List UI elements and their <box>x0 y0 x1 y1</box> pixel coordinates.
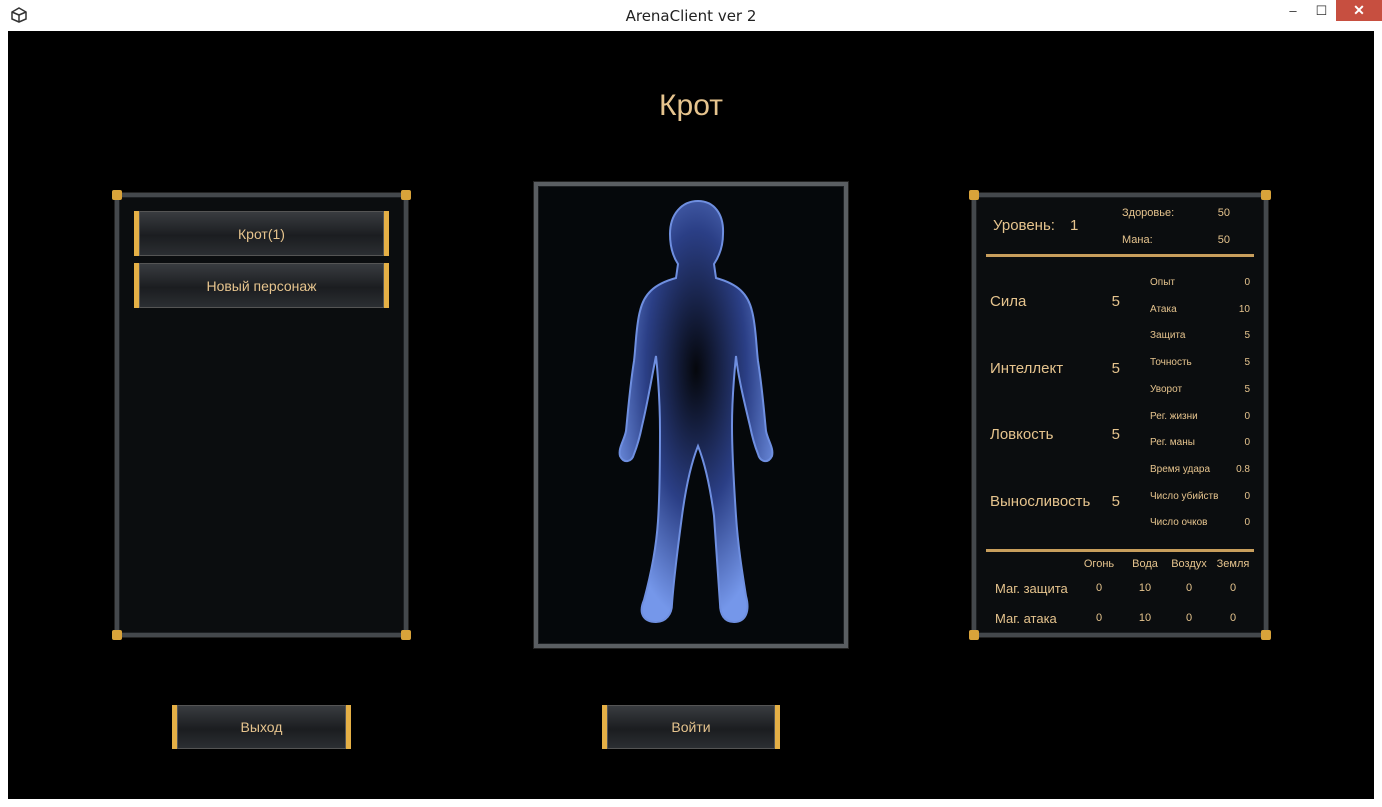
minimize-button[interactable]: – <box>1278 0 1308 21</box>
secondary-stat-value: 0 <box>1244 490 1250 502</box>
secondary-stat-value: 5 <box>1244 330 1250 342</box>
game-viewport: Крот Крот(1) Новый персонаж Уровень: 1 З… <box>8 31 1374 799</box>
magic-row-label: Маг. атака <box>995 611 1057 626</box>
level-label: Уровень: <box>993 217 1055 234</box>
secondary-stat-value: 0 <box>1244 437 1250 449</box>
character-list-panel <box>112 190 411 640</box>
magic-cell: 0 <box>1229 582 1237 594</box>
primary-stat-value: 5 <box>1111 426 1120 443</box>
health-label: Здоровье: <box>1122 207 1175 219</box>
window-title: ArenaClient ver 2 <box>625 7 757 25</box>
enter-button[interactable]: Войти <box>602 705 780 749</box>
primary-stat-label: Интеллект <box>990 360 1064 377</box>
secondary-stat-value: 0 <box>1244 517 1250 529</box>
primary-stat-value: 5 <box>1111 293 1120 310</box>
window-titlebar: ArenaClient ver 2 – ☐ ✕ <box>0 0 1382 31</box>
character-preview-panel <box>534 182 848 648</box>
maximize-button[interactable]: ☐ <box>1308 0 1335 21</box>
new-character-button[interactable]: Новый персонаж <box>134 263 389 308</box>
exit-button[interactable]: Выход <box>172 705 351 749</box>
mana-value: 50 <box>1217 234 1230 246</box>
level-value: 1 <box>1070 217 1079 234</box>
secondary-stat-label: Защита <box>1150 330 1186 342</box>
magic-cell: 0 <box>1185 612 1193 624</box>
magic-cell: 0 <box>1095 582 1103 594</box>
magic-cell: 10 <box>1138 582 1152 594</box>
magic-column-header: Огонь <box>1083 558 1115 570</box>
primary-stat-value: 5 <box>1111 360 1120 377</box>
magic-column-header: Вода <box>1132 558 1158 570</box>
magic-cell: 0 <box>1185 582 1193 594</box>
character-slot-button[interactable]: Крот(1) <box>134 211 389 256</box>
secondary-stat-label: Число очков <box>1150 517 1208 529</box>
secondary-stat-value: 0 <box>1244 410 1250 422</box>
corner-ornament <box>1261 190 1271 200</box>
secondary-stat-label: Уворот <box>1150 383 1183 395</box>
magic-cell: 0 <box>1095 612 1103 624</box>
magic-cell: 10 <box>1138 612 1152 624</box>
primary-stat-label: Ловкость <box>990 426 1054 443</box>
magic-column-header: Земля <box>1216 558 1250 570</box>
secondary-stat-label: Рег. маны <box>1150 437 1195 449</box>
secondary-stat-label: Время удара <box>1150 463 1211 475</box>
secondary-stat-value: 5 <box>1244 357 1250 369</box>
corner-ornament <box>112 190 122 200</box>
close-button[interactable]: ✕ <box>1336 0 1382 21</box>
character-silhouette-image <box>618 199 774 624</box>
secondary-stat-value: 10 <box>1238 303 1250 315</box>
corner-ornament <box>401 190 411 200</box>
magic-row-label: Маг. защита <box>995 581 1068 596</box>
corner-ornament <box>969 630 979 640</box>
secondary-stat-value: 0 <box>1244 277 1250 288</box>
secondary-stat-label: Опыт <box>1150 277 1175 288</box>
primary-stat-value: 5 <box>1111 493 1120 510</box>
corner-ornament <box>969 190 979 200</box>
primary-stat-label: Выносливость <box>990 493 1091 510</box>
secondary-stat-label: Точность <box>1150 357 1192 369</box>
divider <box>986 549 1254 552</box>
secondary-stat-value: 5 <box>1244 383 1250 395</box>
mana-label: Мана: <box>1122 234 1153 246</box>
character-name-title: Крот <box>659 89 723 122</box>
corner-ornament <box>112 630 122 640</box>
health-value: 50 <box>1217 207 1230 219</box>
secondary-stat-value: 0.8 <box>1236 463 1250 475</box>
secondary-stat-label: Рег. жизни <box>1150 410 1198 422</box>
magic-cell: 0 <box>1229 612 1237 624</box>
secondary-stat-label: Атака <box>1150 303 1177 315</box>
corner-ornament <box>401 630 411 640</box>
secondary-stat-label: Число убийств <box>1150 490 1219 502</box>
magic-column-header: Воздух <box>1171 558 1207 570</box>
primary-stat-label: Сила <box>990 293 1027 310</box>
corner-ornament <box>1261 630 1271 640</box>
divider <box>986 254 1254 257</box>
